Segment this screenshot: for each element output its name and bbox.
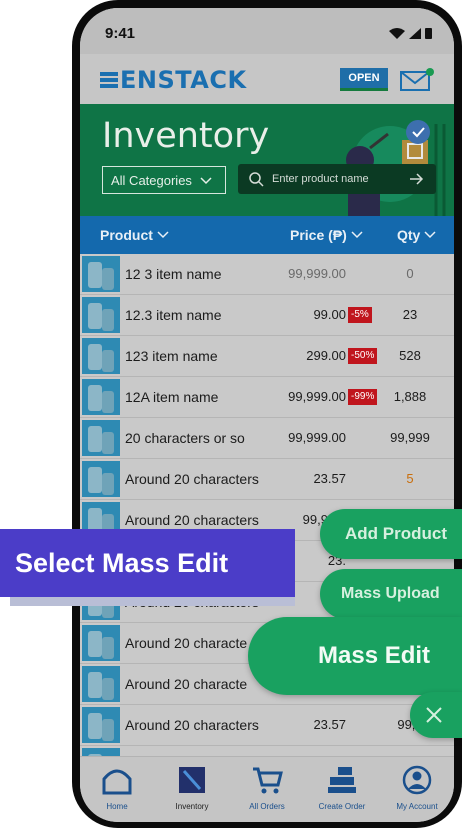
- store-open-badge[interactable]: OPEN: [340, 68, 388, 91]
- wifi-icon: [389, 27, 405, 39]
- product-name: 123 item name: [125, 348, 218, 364]
- product-search[interactable]: Enter product name: [238, 164, 436, 194]
- inventory-icon: [179, 767, 205, 793]
- chevron-down-icon: [424, 231, 436, 239]
- product-name: 12A item name: [125, 389, 219, 405]
- logo-mark-icon: [100, 72, 118, 88]
- status-icons: [389, 27, 432, 39]
- product-qty: 0: [406, 266, 414, 281]
- discount-badge: -99%: [348, 389, 378, 405]
- product-name: Around 20 characte: [125, 676, 248, 692]
- nav-all-orders-label: All Orders: [249, 802, 285, 811]
- product-price: 299.00: [306, 348, 346, 363]
- page-title: Inventory: [102, 116, 270, 156]
- enstack-logo[interactable]: ENSTACK: [100, 66, 247, 94]
- app-header: ENSTACK OPEN: [80, 54, 454, 104]
- product-thumbnail: [82, 625, 120, 661]
- product-name: 20 characters or so: [125, 430, 245, 446]
- app-screen: 9:41 ENSTACK OPEN Inventory All Categori…: [80, 8, 454, 822]
- product-price: 23.57: [313, 717, 346, 732]
- close-icon: [426, 707, 442, 723]
- nav-create-order[interactable]: Create Order: [307, 765, 377, 811]
- product-name: Around 20 characte: [125, 635, 248, 651]
- chevron-down-icon: [200, 177, 212, 185]
- discount-badge: -50%: [348, 348, 378, 364]
- banner-illustration: [346, 120, 446, 216]
- search-input[interactable]: Enter product name: [272, 173, 369, 185]
- nav-my-account-label: My Account: [396, 802, 438, 811]
- discount-badge: -5%: [348, 307, 372, 323]
- table-row[interactable]: 20 characters or so 99,999.00 99,999: [80, 418, 454, 459]
- nav-inventory[interactable]: Inventory: [157, 765, 227, 811]
- product-thumbnail: [82, 666, 120, 702]
- inventory-banner: Inventory All Categories Enter product n…: [80, 104, 454, 216]
- table-row[interactable]: 12.3 item name 99.00 -5% 23: [80, 295, 454, 336]
- table-row[interactable]: Around 20 characters 23.57 99,9: [80, 705, 454, 746]
- select-mass-edit-callout: Select Mass Edit: [0, 529, 295, 597]
- chevron-down-icon: [157, 231, 169, 239]
- product-qty: 5: [406, 471, 414, 486]
- column-product[interactable]: Product: [100, 227, 169, 243]
- search-icon: [249, 172, 264, 187]
- product-name: Around 20 characters: [125, 717, 259, 733]
- product-price: 23.57: [313, 471, 346, 486]
- register-icon: [328, 767, 356, 793]
- status-time: 9:41: [105, 25, 136, 42]
- nav-my-account[interactable]: My Account: [382, 765, 452, 811]
- product-thumbnail: [82, 256, 120, 292]
- nav-create-order-label: Create Order: [318, 802, 366, 811]
- close-fab-button[interactable]: [410, 692, 462, 738]
- product-thumbnail: [82, 297, 120, 333]
- bottom-nav: Home Inventory All Orders Create Order M…: [80, 756, 454, 822]
- product-thumbnail: [82, 338, 120, 374]
- column-product-label: Product: [100, 227, 153, 243]
- mass-upload-button[interactable]: Mass Upload: [320, 569, 462, 619]
- table-header: Product Price (₱) Qty: [80, 216, 454, 254]
- signal-icon: [409, 27, 421, 39]
- column-price-label: Price (₱): [290, 227, 347, 243]
- add-product-button[interactable]: Add Product: [320, 509, 462, 559]
- product-qty: 528: [399, 348, 421, 363]
- product-thumbnail: [82, 420, 120, 456]
- nav-home[interactable]: Home: [82, 765, 152, 811]
- product-name: Around 20 characters: [125, 512, 259, 528]
- category-select[interactable]: All Categories: [102, 166, 226, 194]
- product-thumbnail: [82, 379, 120, 415]
- product-thumbnail: [82, 707, 120, 743]
- product-name: 12.3 item name: [125, 307, 222, 323]
- nav-inventory-label: Inventory: [175, 802, 209, 811]
- category-select-value: All Categories: [111, 173, 192, 188]
- mass-edit-button[interactable]: Mass Edit: [248, 617, 462, 695]
- product-qty: 99,999: [390, 430, 430, 445]
- chevron-down-icon: [351, 231, 363, 239]
- column-price[interactable]: Price (₱): [290, 227, 363, 243]
- table-row[interactable]: 12 3 item name 99,999.00 0: [80, 254, 454, 295]
- table-row[interactable]: Around 20 characters 23.57 5: [80, 459, 454, 500]
- product-price: 99,999.00: [288, 266, 346, 281]
- product-price: 99.00: [313, 307, 346, 322]
- product-thumbnail: [82, 461, 120, 497]
- home-icon: [102, 769, 132, 795]
- mail-icon[interactable]: [400, 67, 434, 93]
- product-name: Around 20 characters: [125, 471, 259, 487]
- column-qty-label: Qty: [397, 227, 421, 243]
- account-icon: [402, 765, 432, 795]
- battery-icon: [425, 28, 432, 39]
- logo-text: ENSTACK: [120, 66, 247, 94]
- arrow-right-icon[interactable]: [410, 173, 424, 185]
- nav-all-orders[interactable]: All Orders: [232, 765, 302, 811]
- table-row[interactable]: 123 item name 299.00 -50% 528: [80, 336, 454, 377]
- product-qty: 23: [402, 307, 418, 322]
- cart-icon: [253, 767, 283, 794]
- nav-home-label: Home: [106, 802, 128, 811]
- product-name: 12 3 item name: [125, 266, 222, 282]
- product-qty: 1,888: [393, 389, 427, 404]
- column-qty[interactable]: Qty: [397, 227, 436, 243]
- status-bar: 9:41: [80, 8, 454, 54]
- table-row[interactable]: 12A item name 99,999.00 -99% 1,888: [80, 377, 454, 418]
- product-price: 99,999.00: [288, 430, 346, 445]
- product-price: 99,999.00: [288, 389, 346, 404]
